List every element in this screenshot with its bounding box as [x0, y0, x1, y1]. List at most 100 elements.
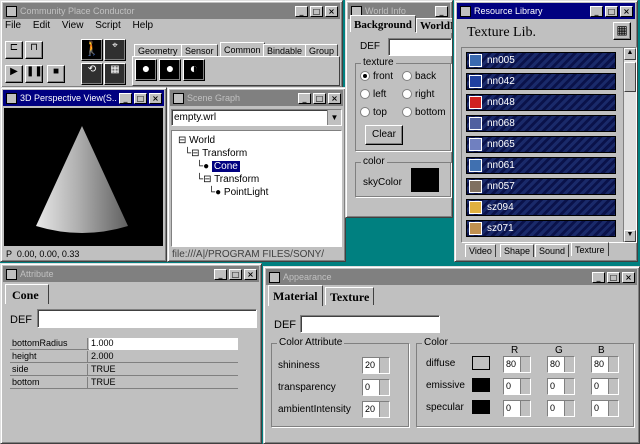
tree-node-pointlight[interactable]: └● PointLight — [208, 187, 268, 198]
close-button[interactable]: × — [325, 5, 338, 17]
diffuse-r[interactable]: 80 — [503, 356, 531, 373]
scene-graph-titlebar[interactable]: Scene Graph _ □ × — [170, 90, 343, 106]
property-value[interactable]: TRUE — [89, 377, 238, 389]
radio-button[interactable] — [360, 89, 370, 100]
diffuse-b[interactable]: 80 — [591, 356, 619, 373]
scroll-down-button[interactable]: ▼ — [624, 230, 636, 242]
sphere-node-icon[interactable]: ● — [135, 59, 157, 81]
emissive-b[interactable]: 0 — [591, 378, 619, 395]
maximize-button[interactable]: □ — [605, 5, 618, 17]
tab-shape[interactable]: Shape — [500, 244, 535, 257]
close-button[interactable]: × — [244, 268, 257, 280]
def-field[interactable] — [300, 315, 440, 333]
emissive-g[interactable]: 0 — [547, 378, 575, 395]
list-item[interactable]: nn048 — [466, 94, 616, 111]
minimize-button[interactable]: _ — [298, 92, 311, 104]
list-item[interactable]: nn065 — [466, 136, 616, 153]
radio-right[interactable]: right — [402, 89, 434, 100]
pause-button[interactable]: ❚❚ — [25, 65, 43, 83]
list-item[interactable]: sz094 — [466, 199, 616, 216]
property-value[interactable]: TRUE — [89, 364, 238, 376]
skycolor-swatch[interactable] — [411, 168, 439, 192]
radio-front[interactable]: front — [360, 71, 393, 82]
tab-texture[interactable]: Texture — [571, 242, 609, 256]
emissive-swatch[interactable] — [472, 378, 490, 392]
transparency-stepper[interactable]: 0 — [362, 379, 390, 396]
tree-node-transform-2[interactable]: └⊟ Transform — [196, 174, 259, 185]
appearance-titlebar[interactable]: Appearance _ □ × — [266, 269, 637, 285]
radio-back[interactable]: back — [402, 71, 436, 82]
cone-node-icon[interactable]: ◐ — [183, 59, 205, 81]
tab-texture[interactable]: Texture — [325, 287, 375, 305]
specular-g[interactable]: 0 — [547, 400, 575, 417]
tab-worldinfo[interactable]: WorldInfo — [416, 18, 452, 33]
tab-video[interactable]: Video — [465, 244, 496, 257]
objects-mode-icon[interactable]: ▦ — [104, 63, 126, 85]
table-row[interactable]: bottom TRUE — [10, 377, 238, 389]
tree-node-world[interactable]: ⊟ World — [178, 135, 215, 146]
file-select[interactable]: empty.wrl ▼ — [171, 109, 342, 126]
radio-left[interactable]: left — [360, 89, 386, 100]
maximize-button[interactable]: □ — [310, 5, 323, 17]
clear-button[interactable]: Clear — [365, 125, 403, 145]
cylinder-node-icon[interactable]: ● — [159, 59, 181, 81]
maximize-button[interactable]: □ — [313, 92, 326, 104]
def-field[interactable] — [388, 38, 452, 56]
specular-b[interactable]: 0 — [591, 400, 619, 417]
list-item[interactable]: nn068 — [466, 115, 616, 132]
chevron-down-icon[interactable]: ▼ — [327, 110, 341, 125]
perspective-titlebar[interactable]: 3D Perspective View(S... _ □ × — [3, 90, 164, 106]
tab-material[interactable]: Material — [268, 285, 323, 306]
tab-cone[interactable]: Cone — [5, 284, 49, 304]
tab-sound[interactable]: Sound — [535, 244, 570, 257]
close-button[interactable]: × — [328, 92, 341, 104]
radio-button[interactable] — [360, 107, 370, 118]
tab-common[interactable]: Common — [220, 42, 265, 56]
property-value[interactable]: 1.000 — [89, 338, 238, 350]
resource-library-titlebar[interactable]: Resource Library _ □ × — [457, 3, 635, 19]
table-row[interactable]: side TRUE — [10, 364, 238, 376]
ambient-stepper[interactable]: 20 — [362, 401, 390, 418]
viewport[interactable] — [4, 108, 163, 246]
tree-node-transform[interactable]: └⊟ Transform — [184, 148, 247, 159]
table-row[interactable]: height 2.000 — [10, 351, 238, 363]
radio-button[interactable] — [360, 71, 370, 82]
grid-view-icon[interactable]: ▦ — [613, 22, 631, 40]
specular-r[interactable]: 0 — [503, 400, 531, 417]
radio-button[interactable] — [402, 89, 412, 100]
minimize-button[interactable]: _ — [590, 5, 603, 17]
tab-background[interactable]: Background — [350, 15, 416, 32]
play-button[interactable]: ▶ — [5, 65, 23, 83]
select-button[interactable]: ⊓ — [25, 41, 43, 59]
menu-help[interactable]: Help — [133, 20, 154, 31]
scroll-up-button[interactable]: ▲ — [624, 48, 636, 60]
maximize-button[interactable]: □ — [607, 271, 620, 283]
menu-view[interactable]: View — [62, 20, 84, 31]
radio-button[interactable] — [402, 107, 412, 118]
list-item[interactable]: nn042 — [466, 73, 616, 90]
stop-button[interactable]: ■ — [47, 65, 65, 83]
minimize-button[interactable]: _ — [435, 5, 448, 17]
maximize-button[interactable]: □ — [229, 268, 242, 280]
radio-button[interactable] — [402, 71, 412, 82]
shininess-stepper[interactable]: 20 — [362, 357, 390, 374]
property-value[interactable]: 2.000 — [89, 351, 238, 363]
list-item[interactable]: sz071 — [466, 220, 616, 237]
list-item[interactable]: nn057 — [466, 178, 616, 195]
menu-edit[interactable]: Edit — [33, 20, 50, 31]
minimize-button[interactable]: _ — [214, 268, 227, 280]
def-field[interactable] — [37, 309, 257, 328]
menu-script[interactable]: Script — [95, 20, 121, 31]
minimize-button[interactable]: _ — [295, 5, 308, 17]
close-button[interactable]: × — [149, 92, 162, 104]
diffuse-swatch[interactable] — [472, 356, 490, 370]
list-item[interactable]: nn061 — [466, 157, 616, 174]
scroll-thumb[interactable] — [624, 62, 636, 92]
fly-mode-icon[interactable]: ⟲ — [81, 63, 103, 85]
specular-swatch[interactable] — [472, 400, 490, 414]
tree-node-cone[interactable]: └● Cone — [196, 161, 240, 172]
emissive-r[interactable]: 0 — [503, 378, 531, 395]
scrollbar[interactable]: ▲ ▼ — [623, 48, 636, 242]
close-button[interactable]: × — [620, 5, 633, 17]
close-button[interactable]: × — [622, 271, 635, 283]
